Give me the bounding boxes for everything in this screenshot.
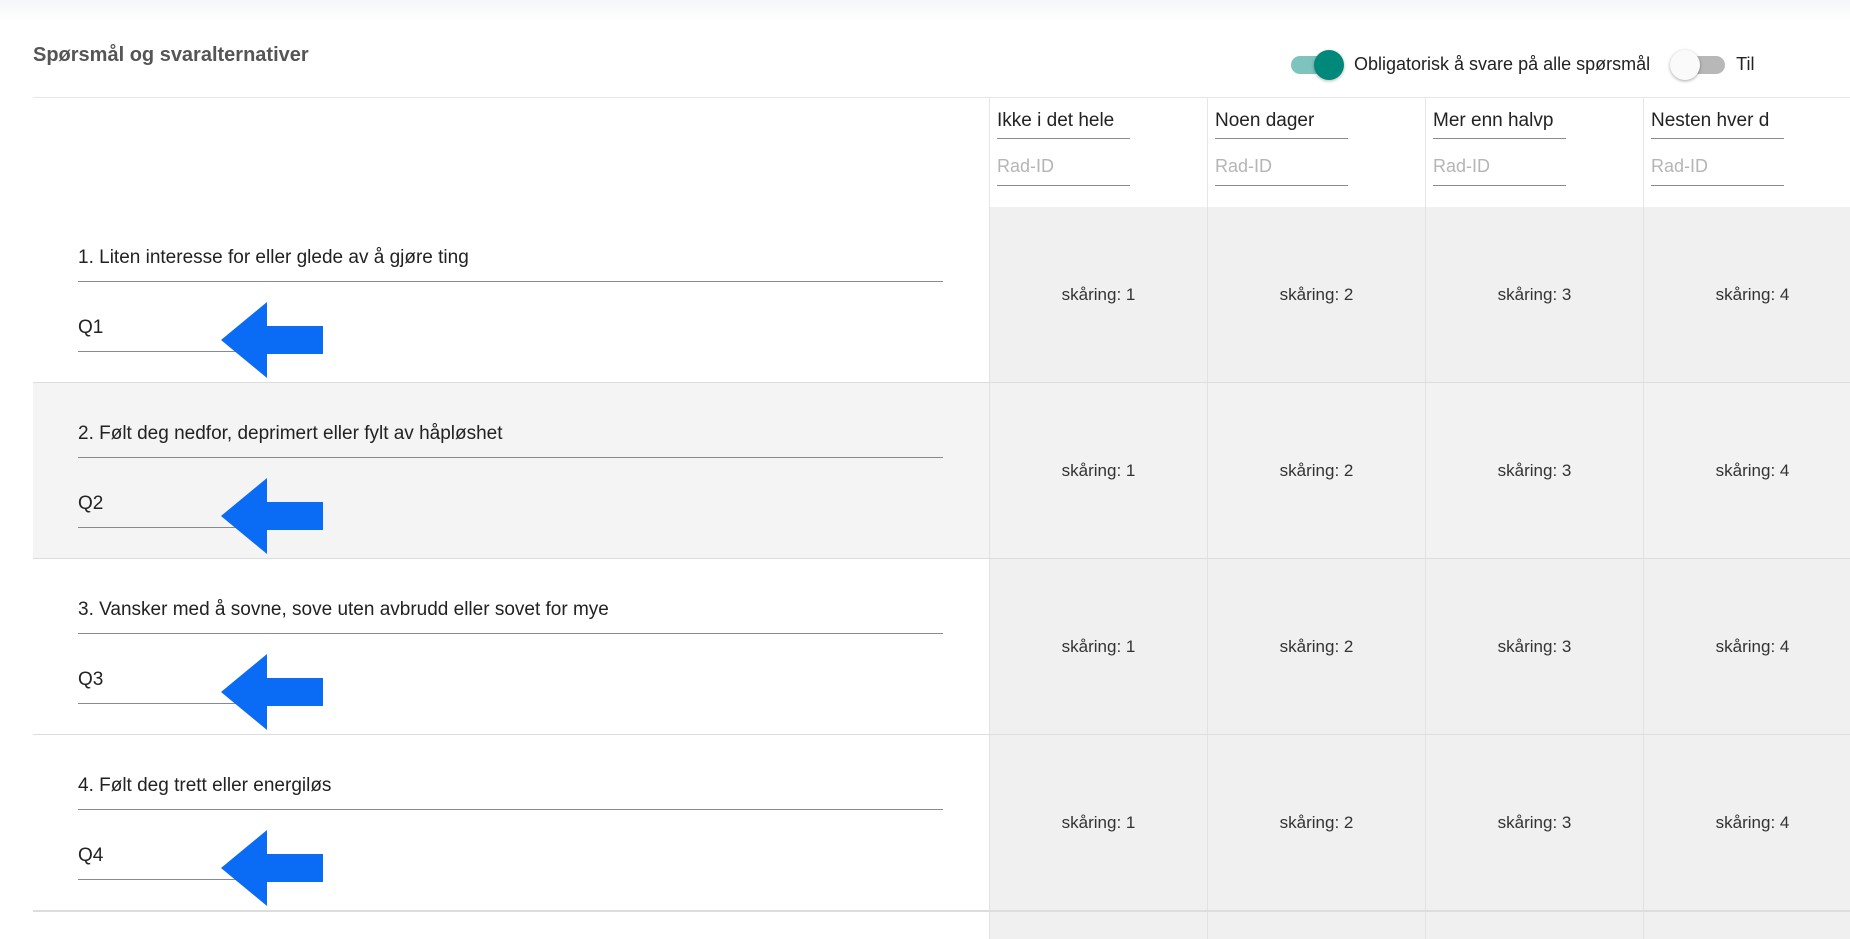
column-title-input[interactable]: Noen dager: [1215, 110, 1348, 139]
row-id-input[interactable]: Rad-ID: [997, 156, 1130, 186]
question-text-input[interactable]: 3. Vansker med å sovne, sove uten avbrud…: [78, 599, 943, 634]
question-text-input[interactable]: 1. Liten interesse for eller glede av å …: [78, 247, 943, 282]
answer-column-2: Noen dager Rad-ID: [1207, 98, 1425, 208]
answer-column-1: Ikke i det hele Rad-ID: [989, 98, 1207, 208]
score-cell-partial: [1643, 912, 1850, 939]
answer-column-3: Mer enn halvp Rad-ID: [1425, 98, 1643, 208]
arrow-left-icon: [221, 654, 323, 730]
score-cell: skåring: 4: [1643, 207, 1850, 382]
arrow-left-icon: [221, 302, 323, 378]
second-toggle[interactable]: [1670, 48, 1728, 80]
score-cell: skåring: 2: [1207, 559, 1425, 734]
top-divider: [0, 0, 1850, 22]
column-title-input[interactable]: Mer enn halvp: [1433, 110, 1566, 139]
arrow-left-icon: [221, 478, 323, 554]
question-text-input[interactable]: 4. Følt deg trett eller energiløs: [78, 775, 943, 810]
score-cell: skåring: 3: [1425, 559, 1643, 734]
grid-header: Ikke i det hele Rad-ID Noen dager Rad-ID…: [33, 97, 1850, 209]
toggle-knob: [1670, 50, 1701, 80]
question-row-1: 1. Liten interesse for eller glede av å …: [33, 207, 1850, 383]
score-cell-partial: [1207, 912, 1425, 939]
score-cell: skåring: 2: [1207, 735, 1425, 910]
mandatory-answers-toggle[interactable]: [1288, 48, 1346, 80]
score-cell: skåring: 4: [1643, 559, 1850, 734]
row-id-input[interactable]: Rad-ID: [1433, 156, 1566, 186]
next-row-partial: [33, 911, 1850, 939]
toggle-knob: [1314, 50, 1344, 80]
score-cell: skåring: 1: [989, 383, 1207, 558]
question-rows: 1. Liten interesse for eller glede av å …: [33, 207, 1850, 911]
mandatory-answers-label: Obligatorisk å svare på alle spørsmål: [1354, 53, 1651, 74]
score-cell: skåring: 3: [1425, 207, 1643, 382]
questions-editor: Spørsmål og svaralternativer Obligatoris…: [0, 0, 1850, 939]
question-row-3: 3. Vansker med å sovne, sove uten avbrud…: [33, 559, 1850, 735]
score-cell: skåring: 2: [1207, 207, 1425, 382]
score-cell: skåring: 4: [1643, 735, 1850, 910]
row-id-input[interactable]: Rad-ID: [1651, 156, 1784, 186]
section-title: Spørsmål og svaralternativer: [33, 44, 309, 66]
toggle-bar: Obligatorisk å svare på alle spørsmål Ti…: [1288, 48, 1754, 80]
score-cell: skåring: 1: [989, 207, 1207, 382]
score-cell: skåring: 2: [1207, 383, 1425, 558]
score-cell: skåring: 1: [989, 559, 1207, 734]
score-cell: skåring: 1: [989, 735, 1207, 910]
score-cell: skåring: 3: [1425, 735, 1643, 910]
score-cell-partial: [1425, 912, 1643, 939]
answer-column-4: Nesten hver d Rad-ID: [1643, 98, 1850, 208]
question-text-input[interactable]: 2. Følt deg nedfor, deprimert eller fylt…: [78, 423, 943, 458]
column-title-input[interactable]: Ikke i det hele: [997, 110, 1130, 139]
score-cell-partial: [989, 912, 1207, 939]
score-cell: skåring: 3: [1425, 383, 1643, 558]
row-id-input[interactable]: Rad-ID: [1215, 156, 1348, 186]
second-toggle-label: Til: [1736, 53, 1755, 74]
score-cell: skåring: 4: [1643, 383, 1850, 558]
column-title-input[interactable]: Nesten hver d: [1651, 110, 1784, 139]
arrow-left-icon: [221, 830, 323, 906]
question-row-2: 2. Følt deg nedfor, deprimert eller fylt…: [33, 383, 1850, 559]
question-row-4: 4. Følt deg trett eller energiløs Q4 skå…: [33, 735, 1850, 911]
